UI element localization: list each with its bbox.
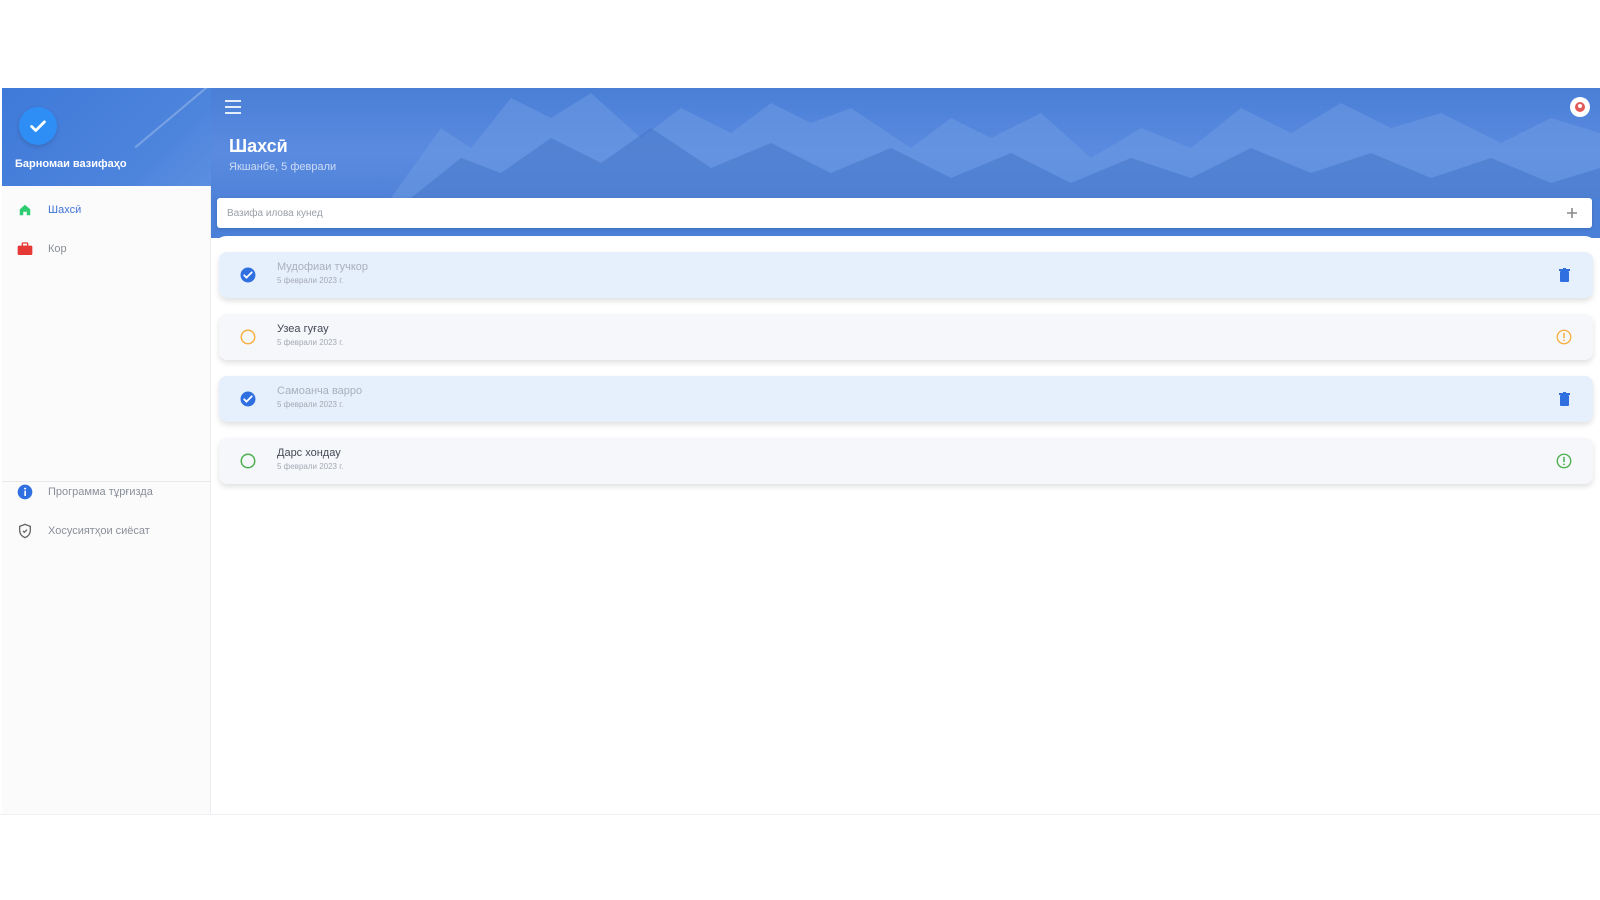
task-list: Мудофиаи тучкор 5 феврали 2023 г. Узеа г… [211, 236, 1600, 814]
task-date: 5 феврали 2023 г. [277, 462, 344, 471]
circle-outline-icon[interactable] [239, 328, 257, 346]
sidebar-item-label: Кор [48, 243, 67, 255]
user-avatar-icon [1575, 102, 1585, 112]
task-title: Дарс хондау [277, 447, 341, 459]
circle-outline-icon[interactable] [239, 452, 257, 470]
check-circle-filled-icon[interactable] [239, 266, 257, 284]
sidebar-item-work[interactable]: Кор [16, 238, 67, 260]
task-item[interactable]: Узеа гуғау 5 феврали 2023 г. [219, 314, 1593, 360]
sidebar-item-label: Хосусиятҳои сиёсат [48, 525, 150, 537]
mountain-background [391, 93, 1600, 198]
page-header: Шахсӣ Якшанбе, 5 феврали [211, 88, 1600, 198]
sidebar-header: Барномаи вазифаҳо [2, 88, 211, 186]
page-title: Шахсӣ [229, 136, 288, 156]
home-icon [16, 201, 34, 219]
sidebar-item-privacy[interactable]: Хосусиятҳои сиёсат [16, 520, 150, 542]
hamburger-menu-icon[interactable] [225, 100, 241, 114]
task-item[interactable]: Дарс хондау 5 феврали 2023 г. [219, 438, 1593, 484]
briefcase-icon [16, 240, 34, 258]
task-date: 5 феврали 2023 г. [277, 338, 344, 347]
task-item[interactable]: Самоанча варро 5 феврали 2023 г. [219, 376, 1593, 422]
task-item[interactable]: Мудофиаи тучкор 5 феврали 2023 г. [219, 252, 1593, 298]
sidebar-item-personal[interactable]: Шахсӣ [16, 199, 81, 221]
app-window: Барномаи вазифаҳо Шахсӣ Кор Программа тұ… [2, 88, 1600, 814]
task-date: 5 феврали 2023 г. [277, 276, 344, 285]
info-icon [16, 483, 34, 501]
checkmark-logo-icon [19, 107, 57, 145]
avatar[interactable] [1570, 97, 1590, 117]
sidebar-item-about[interactable]: Программа тұрғизда [16, 481, 153, 503]
sidebar-item-label: Шахсӣ [48, 204, 82, 216]
task-title: Узеа гуғау [277, 323, 329, 335]
task-title: Самоанча варро [277, 385, 363, 397]
trash-icon[interactable] [1555, 390, 1573, 408]
task-title: Мудофиаи тучкор [277, 261, 369, 273]
add-task-input[interactable] [217, 198, 1592, 228]
page-date: Якшанбе, 5 феврали [229, 161, 337, 173]
check-circle-filled-icon[interactable] [239, 390, 257, 408]
plus-icon[interactable] [1564, 205, 1580, 221]
shield-icon [16, 522, 34, 540]
add-task-bar [211, 198, 1600, 238]
alert-icon[interactable] [1555, 328, 1573, 346]
task-date: 5 феврали 2023 г. [277, 400, 344, 409]
sidebar-item-label: Программа тұрғизда [48, 486, 153, 498]
window-bottom-border [0, 814, 1600, 815]
app-title: Барномаи вазифаҳо [15, 158, 127, 170]
sidebar: Барномаи вазифаҳо Шахсӣ Кор Программа тұ… [2, 88, 211, 814]
trash-icon[interactable] [1555, 266, 1573, 284]
alert-icon[interactable] [1555, 452, 1573, 470]
